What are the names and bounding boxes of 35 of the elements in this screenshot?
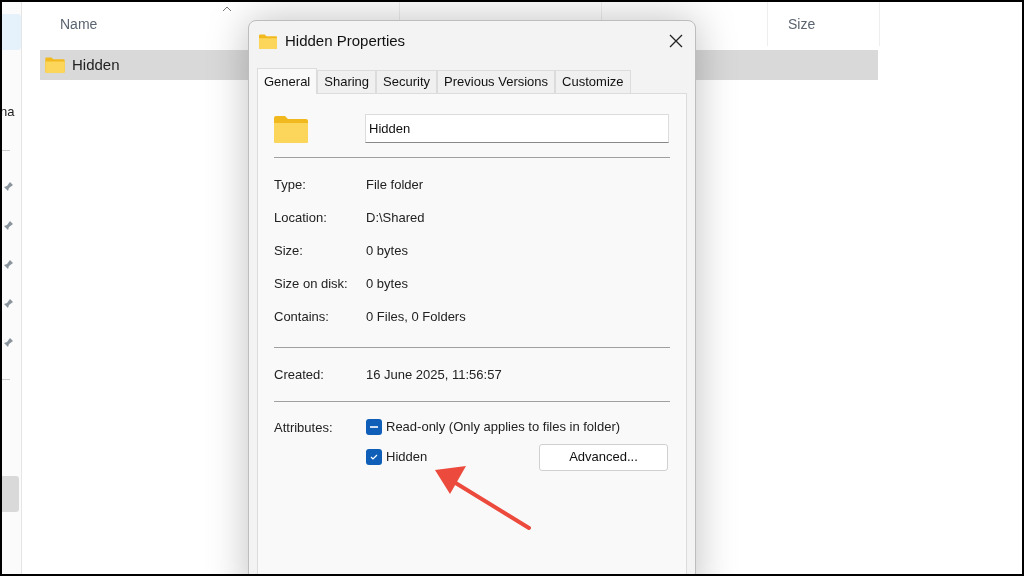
- pin-icon[interactable]: [2, 258, 14, 271]
- property-label: Attributes:: [274, 419, 334, 437]
- property-label: Size:: [274, 241, 304, 260]
- property-value: 0 Files, 0 Folders: [366, 307, 466, 326]
- close-icon[interactable]: [669, 34, 683, 48]
- pin-icon[interactable]: [2, 180, 14, 193]
- folder-icon: [274, 114, 308, 143]
- property-value: D:\Shared: [366, 208, 425, 227]
- property-value: 0 bytes: [366, 241, 408, 260]
- property-value: File folder: [366, 175, 424, 194]
- checkbox-label[interactable]: Read-only (Only applies to files in folder): [386, 417, 621, 437]
- pin-icon[interactable]: [2, 336, 14, 349]
- advanced-button[interactable]: Advanced...: [539, 443, 668, 471]
- file-name: Hidden: [72, 54, 120, 75]
- pin-icon[interactable]: [2, 297, 14, 310]
- tab[interactable]: Sharing: [317, 70, 377, 93]
- folder-icon: [259, 33, 277, 49]
- property-label: Created:: [274, 365, 325, 384]
- property-label: Size on disk:: [274, 274, 349, 293]
- nav-highlight: [2, 14, 21, 50]
- folder-icon: [45, 57, 65, 73]
- tab[interactable]: Previous Versions: [437, 70, 556, 93]
- tab[interactable]: Security: [376, 70, 438, 93]
- name-field[interactable]: Hidden: [365, 114, 669, 143]
- property-label: Contains:: [274, 307, 330, 326]
- property-label: Location:: [274, 208, 328, 227]
- column-header[interactable]: Size: [768, 2, 880, 46]
- checkbox-label[interactable]: Hidden: [386, 447, 428, 467]
- property-label: Type:: [274, 175, 307, 194]
- tab[interactable]: General: [257, 68, 318, 94]
- property-value: 0 bytes: [366, 274, 408, 293]
- tab[interactable]: Customize: [555, 70, 631, 93]
- sort-caret-icon: [222, 6, 232, 12]
- property-value: 16 June 2025, 11:56:57: [366, 365, 502, 384]
- pin-icon[interactable]: [2, 219, 14, 232]
